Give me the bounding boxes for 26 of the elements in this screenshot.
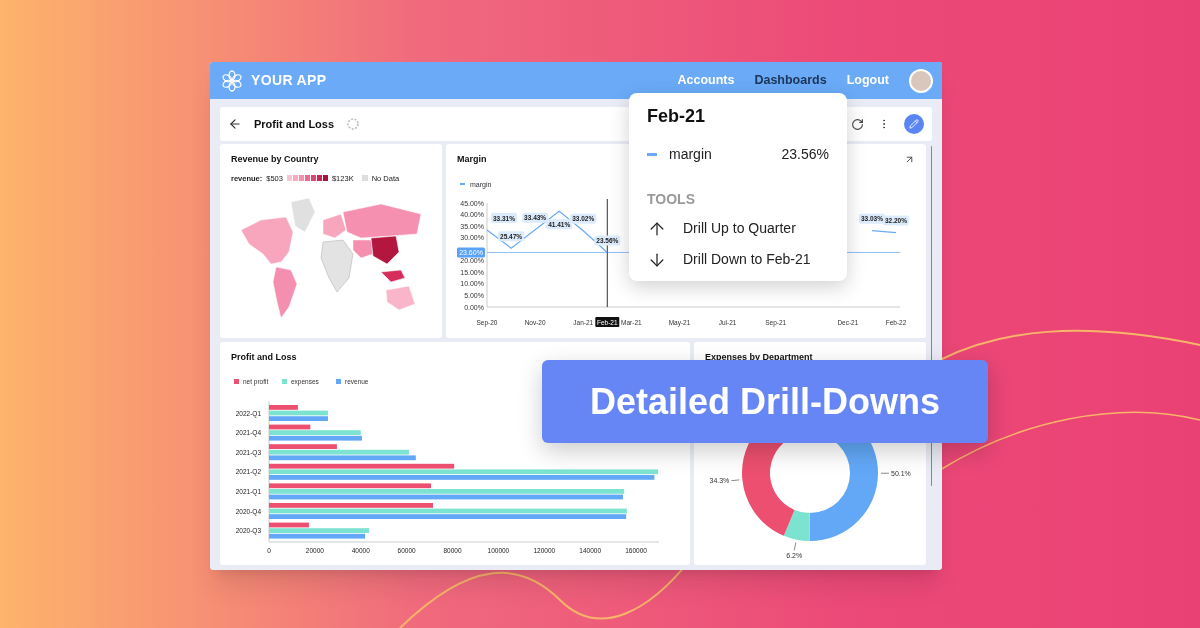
- color-scale: [286, 175, 328, 182]
- expand-icon[interactable]: [904, 154, 915, 165]
- series-swatch: [647, 153, 657, 156]
- edit-button[interactable]: [904, 114, 924, 134]
- menu-item[interactable]: Drill Down to Feb-21: [647, 249, 829, 270]
- margin-line: [871, 230, 897, 234]
- app-name: YOUR APP: [251, 71, 327, 90]
- no-data-swatch: [361, 175, 368, 182]
- flower-logo-icon: [221, 69, 243, 92]
- refresh-icon[interactable]: [851, 117, 864, 131]
- leader-line: [731, 479, 740, 481]
- pencil-icon: [909, 119, 919, 129]
- menu-item[interactable]: Drill Up to Quarter: [647, 218, 829, 239]
- series-name: margin: [669, 145, 712, 164]
- dashboard-title: Profit and Loss: [254, 116, 335, 132]
- series-value: 23.56%: [781, 145, 829, 164]
- card-title: Profit and Loss: [230, 351, 298, 364]
- section-heading: TOOLS: [647, 190, 696, 209]
- banner-text: Detailed Drill-Downs: [589, 379, 941, 424]
- leader-line: [880, 472, 890, 474]
- tooltip-title: Feb-21: [647, 105, 707, 128]
- nav-link[interactable]: Dashboards: [754, 71, 827, 90]
- card-title: Margin: [457, 152, 487, 166]
- back-icon[interactable]: [228, 117, 242, 131]
- card-title: Revenue by Country: [231, 153, 320, 166]
- leader-line: [793, 541, 797, 551]
